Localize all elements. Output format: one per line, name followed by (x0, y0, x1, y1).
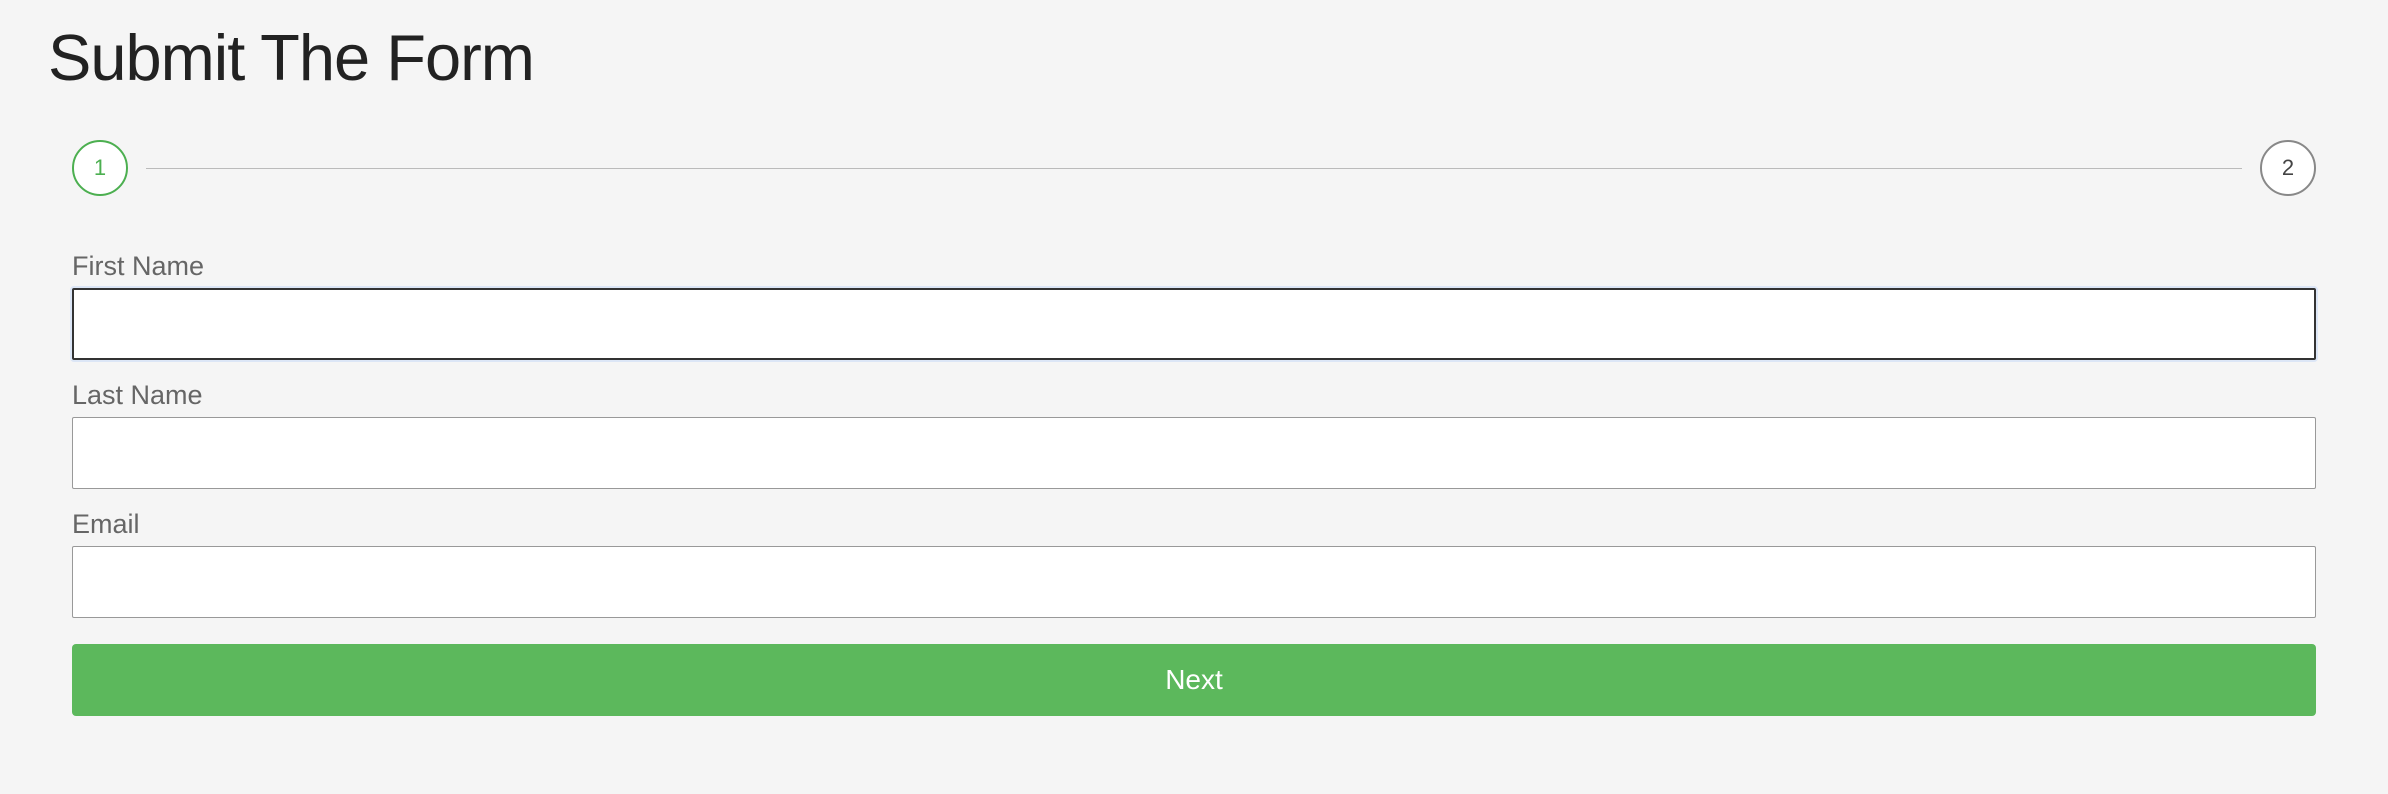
form-group-last-name: Last Name (72, 380, 2316, 489)
first-name-label: First Name (72, 251, 2316, 282)
step-line (146, 168, 2242, 169)
page-title: Submit The Form (48, 20, 2340, 95)
first-name-input[interactable] (72, 288, 2316, 360)
step-2-indicator[interactable]: 2 (2260, 140, 2316, 196)
email-label: Email (72, 509, 2316, 540)
last-name-label: Last Name (72, 380, 2316, 411)
next-button[interactable]: Next (72, 644, 2316, 716)
step-1-indicator[interactable]: 1 (72, 140, 128, 196)
email-input[interactable] (72, 546, 2316, 618)
form-group-first-name: First Name (72, 251, 2316, 360)
form: First Name Last Name Email Next (48, 251, 2340, 716)
form-group-email: Email (72, 509, 2316, 618)
last-name-input[interactable] (72, 417, 2316, 489)
stepper: 1 2 (72, 140, 2316, 196)
